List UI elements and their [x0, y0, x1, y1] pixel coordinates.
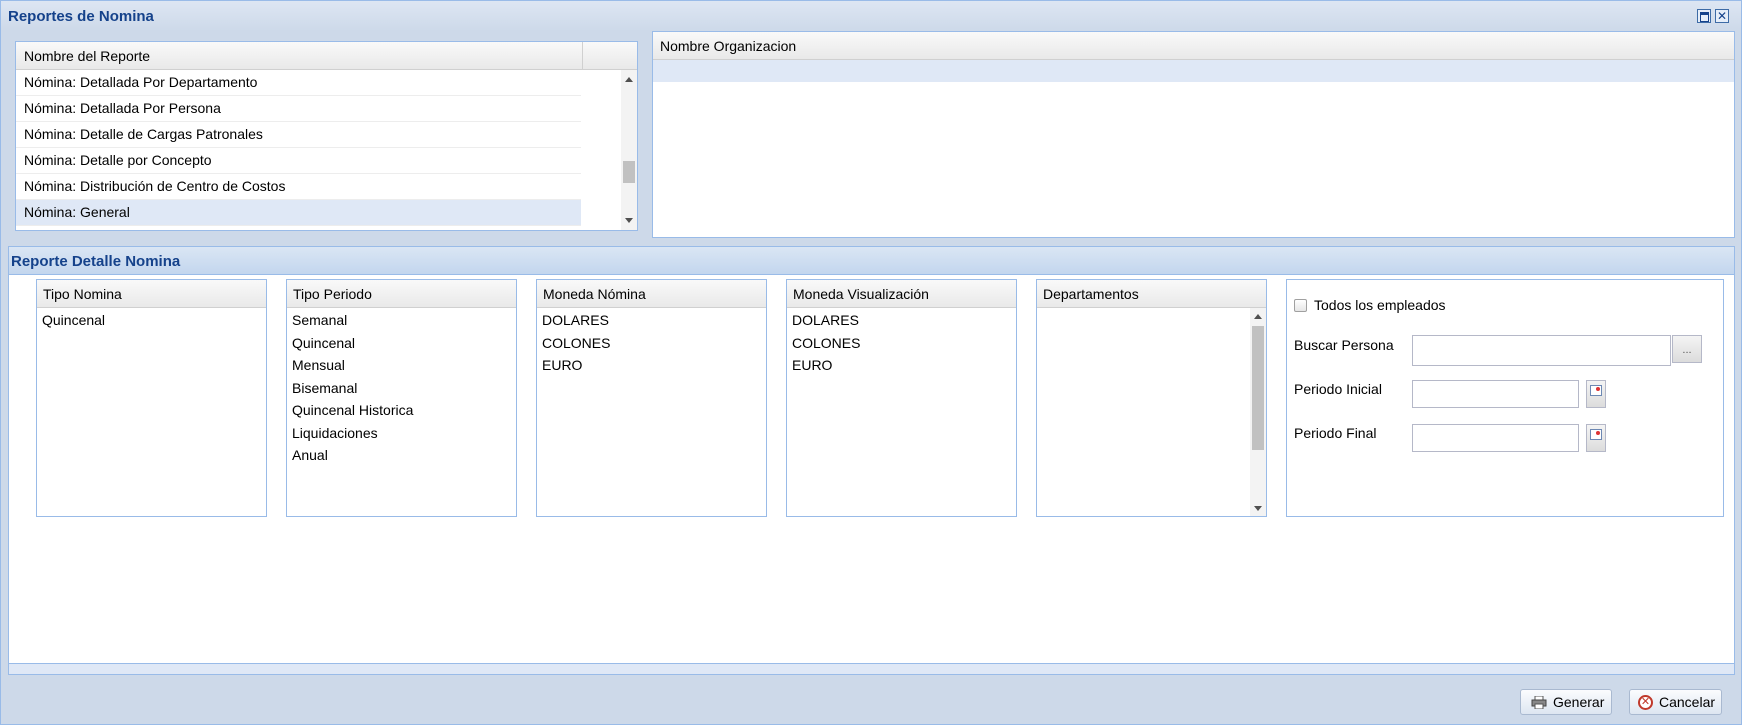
tipo-periodo-header-label: Tipo Periodo [293, 286, 372, 302]
organization-row[interactable] [653, 60, 1734, 82]
departamentos-list: Departamentos [1036, 279, 1267, 517]
report-row[interactable]: Nómina: Distribución de Centro de Costos [16, 174, 581, 200]
departamentos-scrollbar[interactable] [1250, 308, 1266, 516]
reports-grid: Nombre del Reporte Nómina: Detallada Por… [15, 41, 638, 231]
list-item[interactable]: DOLARES [792, 312, 859, 328]
tipo-nomina-header-label: Tipo Nomina [43, 286, 122, 302]
list-item[interactable]: Quincenal Historica [292, 402, 413, 418]
report-name-column-header[interactable]: Nombre del Reporte [24, 48, 150, 64]
column-divider [582, 42, 583, 69]
organization-grid-header: Nombre Organizacion [653, 32, 1734, 60]
list-item[interactable]: DOLARES [542, 312, 609, 328]
periodo-inicial-input[interactable] [1412, 380, 1579, 408]
close-icon[interactable]: ✕ [1715, 9, 1729, 23]
departamentos-header-label: Departamentos [1043, 286, 1139, 302]
list-item[interactable]: Quincenal [42, 312, 105, 328]
moneda-nomina-header-label: Moneda Nómina [543, 286, 646, 302]
moneda-visualizacion-list: Moneda Visualización DOLARES COLONES EUR… [786, 279, 1017, 517]
list-item[interactable]: Semanal [292, 312, 347, 328]
detail-panel-title: Reporte Detalle Nomina [11, 253, 181, 270]
printer-icon [1531, 696, 1547, 709]
employee-filter-panel: Todos los empleados Buscar Persona ... P… [1286, 279, 1724, 517]
list-item[interactable]: Mensual [292, 357, 345, 373]
todos-empleados-checkbox[interactable] [1294, 299, 1307, 312]
list-item[interactable]: COLONES [542, 335, 610, 351]
tipo-periodo-header: Tipo Periodo [287, 280, 516, 308]
periodo-inicial-label: Periodo Inicial [1294, 381, 1382, 397]
todos-empleados-label[interactable]: Todos los empleados [1314, 297, 1446, 313]
scroll-up-icon[interactable] [625, 77, 633, 82]
cancelar-button-label: Cancelar [1659, 694, 1716, 710]
reports-grid-header: Nombre del Reporte [16, 42, 637, 70]
departamentos-header: Departamentos [1037, 280, 1266, 308]
cancel-icon: ✕ [1638, 695, 1653, 710]
buscar-persona-input[interactable] [1412, 335, 1671, 366]
list-item[interactable]: EURO [542, 357, 582, 373]
tipo-periodo-list: Tipo Periodo Semanal Quincenal Mensual B… [286, 279, 517, 517]
buscar-persona-trigger-button[interactable]: ... [1672, 335, 1702, 363]
calendar-icon [1590, 429, 1602, 440]
periodo-final-date-trigger[interactable] [1586, 424, 1606, 452]
periodo-inicial-date-trigger[interactable] [1586, 380, 1606, 408]
tipo-nomina-header: Tipo Nomina [37, 280, 266, 308]
report-row[interactable]: Nómina: Detalle de Cargas Patronales [16, 122, 581, 148]
maximize-icon[interactable] [1697, 9, 1711, 23]
scroll-down-icon[interactable] [1254, 506, 1262, 511]
list-item[interactable]: COLONES [792, 335, 860, 351]
cancelar-button[interactable]: ✕ Cancelar [1629, 689, 1722, 715]
detail-panel-footer [8, 664, 1735, 675]
scroll-down-icon[interactable] [625, 218, 633, 223]
detail-panel: Reporte Detalle Nomina Tipo Nomina Quinc… [8, 246, 1735, 664]
report-row[interactable]: Nómina: Detalle por Concepto [16, 148, 581, 174]
window-title: Reportes de Nomina [8, 8, 154, 25]
generar-button-label: Generar [1553, 694, 1605, 710]
window-header: Reportes de Nomina ✕ [1, 1, 1741, 31]
tipo-nomina-list: Tipo Nomina Quincenal [36, 279, 267, 517]
moneda-nomina-header: Moneda Nómina [537, 280, 766, 308]
buscar-persona-label: Buscar Persona [1294, 337, 1394, 353]
generar-button[interactable]: Generar [1520, 689, 1612, 715]
reportes-window: Reportes de Nomina ✕ Nombre del Reporte … [0, 0, 1742, 725]
list-item[interactable]: Liquidaciones [292, 425, 378, 441]
reports-scrollbar[interactable] [621, 70, 637, 230]
report-row[interactable]: Nómina: Detallada Por Persona [16, 96, 581, 122]
report-row-selected[interactable]: Nómina: General [16, 200, 581, 226]
report-row[interactable]: Nómina: Detallada Por Departamento [16, 70, 581, 96]
periodo-final-input[interactable] [1412, 424, 1579, 452]
detail-panel-header: Reporte Detalle Nomina [9, 247, 1734, 275]
scroll-up-icon[interactable] [1254, 314, 1262, 319]
departamentos-scroll-thumb[interactable] [1252, 326, 1264, 450]
moneda-visualizacion-header: Moneda Visualización [787, 280, 1016, 308]
reports-scroll-thumb[interactable] [623, 161, 635, 183]
list-item[interactable]: Quincenal [292, 335, 355, 351]
organization-name-column-header[interactable]: Nombre Organizacion [660, 38, 796, 54]
list-item[interactable]: Bisemanal [292, 380, 357, 396]
periodo-final-label: Periodo Final [1294, 425, 1377, 441]
moneda-visualizacion-header-label: Moneda Visualización [793, 286, 929, 302]
list-item[interactable]: Anual [292, 447, 328, 463]
organization-grid: Nombre Organizacion [652, 31, 1735, 238]
moneda-nomina-list: Moneda Nómina DOLARES COLONES EURO [536, 279, 767, 517]
calendar-icon [1590, 385, 1602, 396]
list-item[interactable]: EURO [792, 357, 832, 373]
